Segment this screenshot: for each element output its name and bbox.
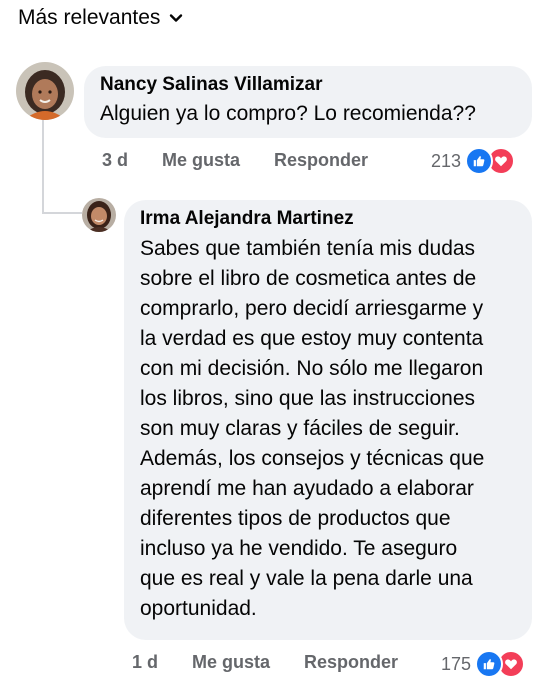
comment-text-line: oportunidad. [140, 597, 257, 620]
like-icon [465, 147, 494, 175]
chevron-down-icon [170, 14, 183, 22]
comment-text-line: comprarlo, pero decidí arriesgarme y [140, 297, 484, 320]
comment-bubble: Nancy Salinas Villamizar Alguien ya lo c… [84, 66, 532, 138]
comment-text-line: sobre el libro de cosmetica antes de [140, 267, 477, 290]
like-icon [475, 650, 504, 678]
comment-text-line: aprendí me han ayudado a elaborar [140, 477, 474, 500]
comment-text-line: la verdad es que estoy muy contenta [140, 327, 484, 350]
comment-text-line: incluso ya he vendido. Te aseguro [140, 537, 458, 560]
comment-author[interactable]: Nancy Salinas Villamizar [100, 74, 516, 96]
comment-text: Alguien ya lo compro? Lo recomienda?? [100, 102, 476, 125]
reply-button[interactable]: Responder [274, 150, 368, 171]
comment-timestamp[interactable]: 1 d [132, 652, 158, 673]
comment-actions: 3 d Me gusta Responder [102, 150, 402, 171]
comment-timestamp[interactable]: 3 d [102, 150, 128, 171]
comment-text-line: Sabes que también tenía mis dudas [140, 237, 476, 260]
like-button[interactable]: Me gusta [162, 150, 240, 171]
reaction-summary[interactable]: 175 [441, 650, 526, 678]
sort-dropdown[interactable]: Más relevantes [18, 6, 184, 30]
reply-button[interactable]: Responder [304, 652, 398, 673]
thread-line-horizontal [42, 212, 82, 214]
comment-text-line: que es real y vale la pena darle una [140, 567, 473, 590]
comment-text: Sabes que también tenía mis dudas sobre … [140, 234, 516, 624]
reaction-summary[interactable]: 213 [431, 147, 516, 175]
comment-author[interactable]: Irma Alejandra Martinez [140, 208, 516, 230]
comment-actions: 1 d Me gusta Responder [132, 652, 432, 673]
comment-text-line: los libros, sino que las instrucciones [140, 387, 475, 410]
comment-text-line: con mi decisión. No sólo me llegaron [140, 357, 484, 380]
reaction-count: 175 [441, 653, 472, 674]
comment-bubble: Irma Alejandra Martinez Sabes que tambié… [124, 200, 532, 640]
comment-text-line: son muy claras y fáciles de seguir. [140, 417, 460, 440]
sort-label: Más relevantes [18, 6, 161, 29]
like-button[interactable]: Me gusta [192, 652, 270, 673]
reaction-count: 213 [431, 150, 462, 171]
comment-text-line: diferentes tipos de productos que [140, 507, 451, 530]
thread-line-vertical [42, 120, 44, 214]
avatar[interactable] [16, 62, 74, 120]
comment-text-line: Además, los consejos y técnicas que [140, 447, 485, 470]
avatar[interactable] [82, 198, 116, 232]
